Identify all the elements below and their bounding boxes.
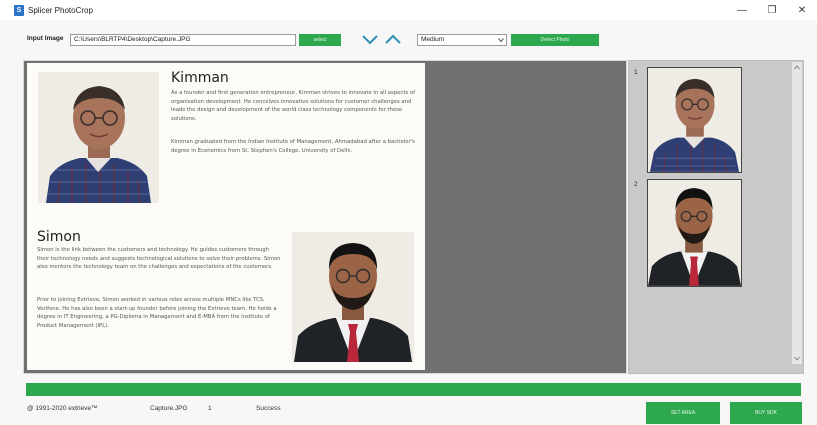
person-name-simon: Simon: [37, 229, 81, 245]
progress-bar: [26, 383, 801, 396]
scroll-up-icon[interactable]: [794, 65, 800, 70]
thumbnail-simon[interactable]: [647, 179, 742, 287]
simon-bio-paragraph: Simon is the link between the customers …: [37, 247, 281, 271]
thumbnail-index: 1: [634, 69, 638, 76]
app-window: S Splicer PhotoCrop — ❐ ✕ Input Image C:…: [0, 0, 817, 425]
detect-photo-button[interactable]: Detect Photo: [511, 34, 599, 46]
status-count: 1: [208, 405, 212, 412]
buy-sdk-button[interactable]: BUY SDK: [730, 402, 802, 424]
progress-fill: [26, 383, 801, 396]
thumbnail-scrollbar[interactable]: [792, 62, 802, 364]
kimman-bio-paragraph: As a founder and first generation entrep…: [171, 90, 415, 122]
input-image-label: Input Image: [27, 35, 64, 42]
portrait-photo-simon: [292, 232, 414, 362]
mode-dropdown-value: Medium: [421, 36, 445, 43]
simon-career-paragraph: Prior to joining Extrieve, Simon worked …: [37, 297, 277, 329]
chevron-up-icon[interactable]: [383, 32, 403, 46]
kimman-education-paragraph: Kimman graduated from the Indian Institu…: [171, 139, 415, 154]
restore-button[interactable]: ❐: [757, 0, 787, 20]
scroll-down-icon[interactable]: [794, 356, 800, 361]
set-area-button[interactable]: SET AREA: [646, 402, 720, 424]
close-button[interactable]: ✕: [787, 0, 817, 20]
portrait-photo-kimman: [38, 72, 159, 203]
status-state: Success: [256, 405, 281, 412]
thumbnail-index: 2: [634, 181, 638, 188]
minimize-button[interactable]: —: [727, 0, 757, 20]
copyright-text: @ 1991-2020 extrieve™: [27, 405, 98, 412]
window-title: Splicer PhotoCrop: [28, 5, 93, 15]
person-name-kimman: Kimman: [171, 70, 229, 86]
chevron-down-icon[interactable]: [360, 32, 380, 46]
window-controls: — ❐ ✕: [727, 0, 817, 20]
input-path-field[interactable]: C:\Users\BLRTP4\Desktop\Capture.JPG: [70, 34, 296, 46]
dropdown-arrow-icon: [498, 38, 504, 43]
thumbnail-kimman[interactable]: [647, 67, 742, 173]
toolbar: Input Image C:\Users\BLRTP4\Desktop\Capt…: [0, 30, 817, 50]
app-icon: S: [14, 4, 24, 16]
select-button[interactable]: select: [299, 34, 341, 46]
status-filename: Capture.JPG: [150, 405, 188, 412]
mode-dropdown[interactable]: Medium: [417, 34, 507, 46]
title-bar: S Splicer PhotoCrop — ❐ ✕: [0, 0, 817, 20]
